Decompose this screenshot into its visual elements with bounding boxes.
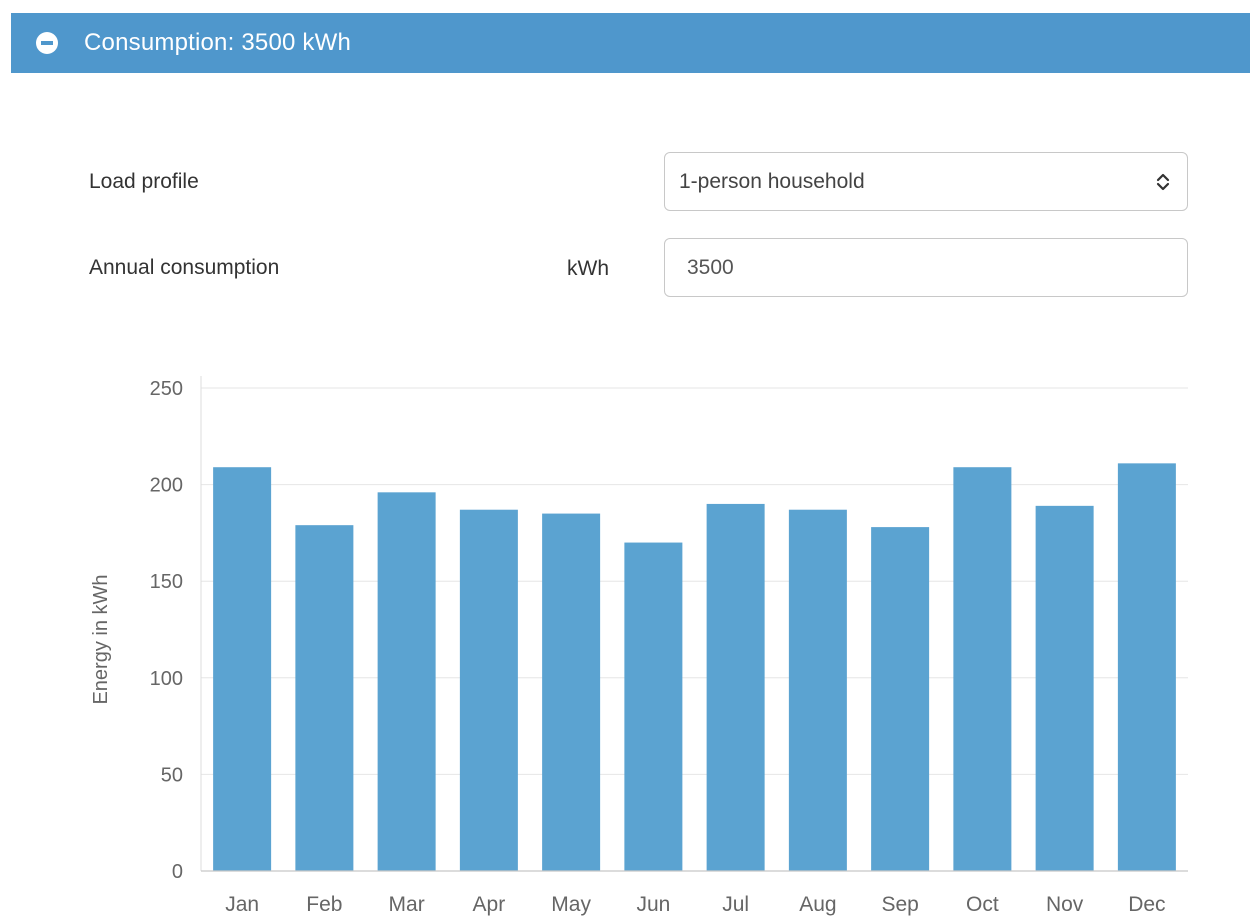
y-axis-title: Energy in kWh <box>90 574 112 704</box>
x-tick-label: Aug <box>799 893 836 916</box>
x-tick-label: Mar <box>389 893 425 916</box>
bar-may <box>542 513 601 871</box>
bar-nov <box>1035 505 1094 871</box>
bar-jan <box>213 467 272 871</box>
x-tick-label: Nov <box>1046 893 1084 916</box>
y-tick-label: 50 <box>161 764 183 786</box>
consumption-section-header[interactable]: Consumption: 3500 kWh <box>11 13 1250 73</box>
annual-consumption-label: Annual consumption <box>89 256 280 279</box>
y-tick-label: 200 <box>150 475 183 497</box>
x-tick-label: Oct <box>966 893 999 916</box>
minus-circle-icon[interactable] <box>36 32 58 54</box>
bar-jul <box>706 503 765 871</box>
annual-consumption-input[interactable] <box>664 238 1188 297</box>
x-tick-label: Sep <box>881 893 918 916</box>
y-tick-label: 0 <box>172 861 183 883</box>
x-tick-label: May <box>551 893 591 916</box>
section-title: Consumption: 3500 kWh <box>84 29 352 56</box>
monthly-consumption-chart: 0 50 100 150 200 250 Energy in kWh Jan Feb Mar Apr… <box>90 376 1188 916</box>
y-tick-label: 150 <box>150 571 183 593</box>
bar-apr <box>459 509 518 871</box>
x-tick-label: Jun <box>636 893 670 916</box>
bar-mar <box>377 492 436 871</box>
x-tick-label: Feb <box>306 893 342 916</box>
annual-consumption-unit: kWh <box>567 257 609 280</box>
load-profile-selected-value: 1-person household <box>679 169 865 193</box>
x-tick-label: Apr <box>473 893 506 916</box>
y-tick-label: 250 <box>150 378 183 400</box>
x-tick-label: Jan <box>225 893 259 916</box>
bar-feb <box>295 525 354 871</box>
bar-sep <box>871 527 930 871</box>
bar-aug <box>788 509 847 871</box>
x-tick-label: Dec <box>1128 893 1165 916</box>
bar-oct <box>953 467 1012 871</box>
y-tick-label: 100 <box>150 668 183 690</box>
bar-dec <box>1117 463 1176 871</box>
load-profile-select[interactable]: 1-person household <box>664 152 1188 211</box>
bar-jun <box>624 542 683 871</box>
load-profile-label: Load profile <box>89 170 199 193</box>
chevron-up-down-icon <box>1156 173 1170 190</box>
x-tick-label: Jul <box>722 893 749 916</box>
